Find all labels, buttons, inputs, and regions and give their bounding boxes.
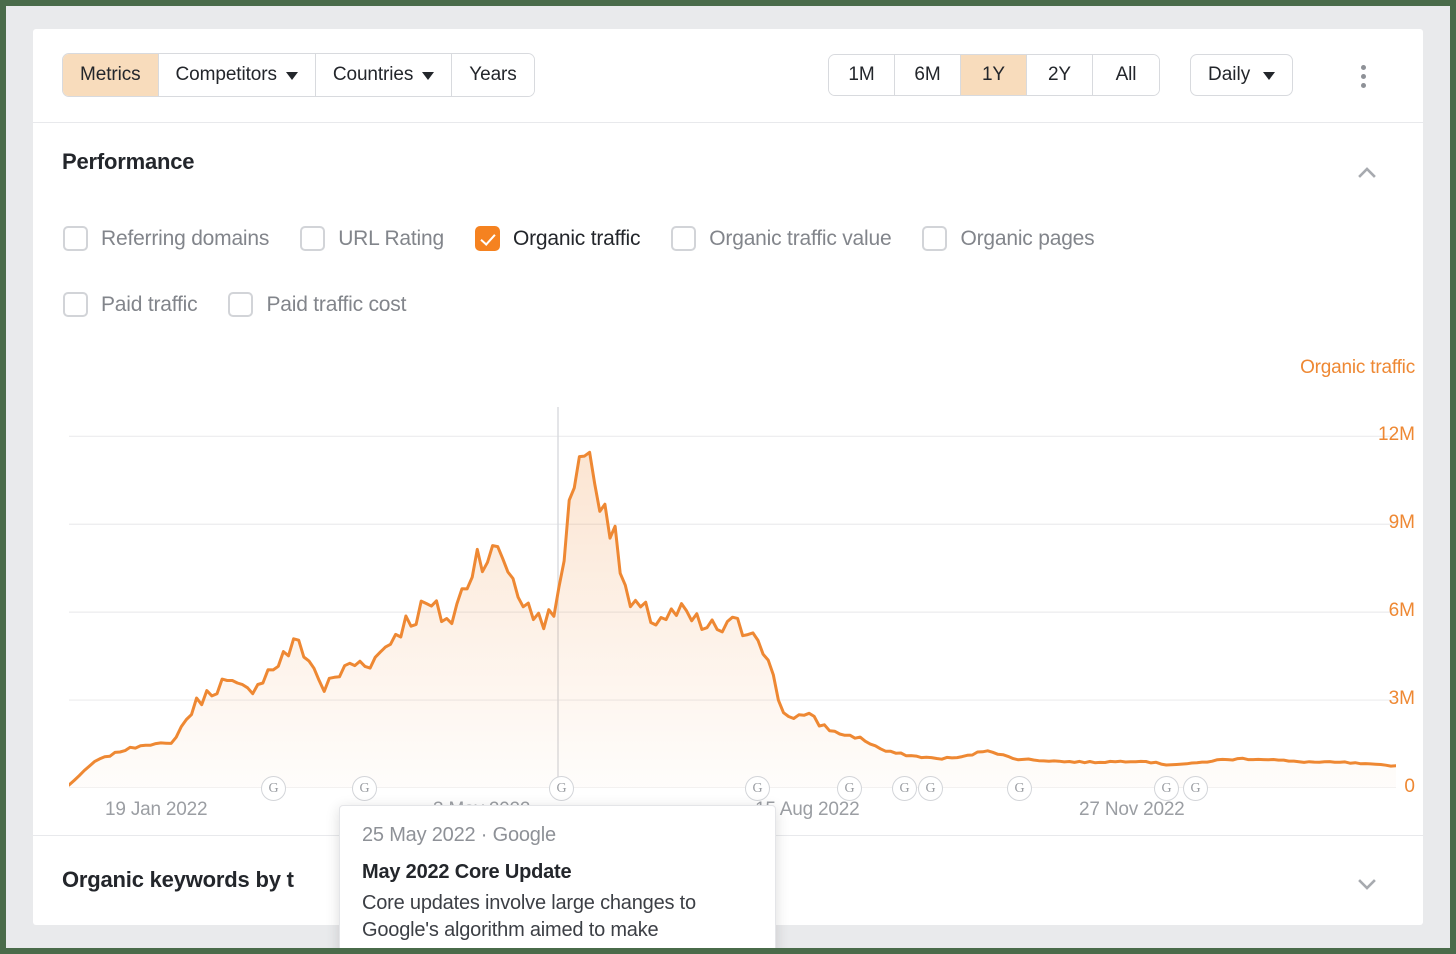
checkbox-label: Paid traffic cost (266, 293, 406, 317)
checkbox-paid-traffic-cost[interactable]: Paid traffic cost (228, 292, 406, 317)
range-6m-label: 6M (914, 64, 940, 86)
checkbox-organic-traffic[interactable]: Organic traffic (475, 226, 640, 251)
tab-years-label: Years (469, 64, 516, 86)
chart-area-fill (69, 452, 1396, 788)
google-update-marker[interactable]: G (549, 776, 574, 801)
range-1m-label: 1M (848, 64, 874, 86)
tab-countries[interactable]: Countries (316, 54, 452, 96)
checkbox-organic-pages[interactable]: Organic pages (922, 226, 1094, 251)
chevron-down-icon (1263, 72, 1275, 80)
chevron-up-icon[interactable] (1350, 156, 1384, 190)
google-update-marker[interactable]: G (1154, 776, 1179, 801)
tooltip-body: Core updates involve large changes to Go… (362, 890, 753, 944)
tooltip-title: May 2022 Core Update (362, 861, 753, 884)
granularity-dropdown[interactable]: Daily (1190, 54, 1293, 96)
y-tick-label: 9M (1389, 512, 1415, 534)
checkbox-box[interactable] (228, 292, 253, 317)
metrics-checkbox-row-1: Referring domains URL Rating Organic tra… (63, 226, 1125, 251)
chart-svg (69, 407, 1396, 788)
checkbox-url-rating[interactable]: URL Rating (300, 226, 444, 251)
checkbox-paid-traffic[interactable]: Paid traffic (63, 292, 197, 317)
chart-toolbar: Metrics Competitors Countries Years 1M (33, 29, 1423, 123)
y-tick-label: 6M (1389, 600, 1415, 622)
checkbox-box-checked[interactable] (475, 226, 500, 251)
tab-countries-label: Countries (333, 64, 413, 86)
google-update-marker[interactable]: G (1183, 776, 1208, 801)
range-all-label: All (1116, 64, 1137, 86)
checkbox-organic-traffic-value[interactable]: Organic traffic value (671, 226, 891, 251)
section-title: Organic keywords by t (62, 867, 294, 893)
tab-competitors[interactable]: Competitors (159, 54, 316, 96)
y-tick-label: 12M (1378, 424, 1415, 446)
app-viewport: Metrics Competitors Countries Years 1M (6, 6, 1450, 948)
x-tick-label: 27 Nov 2022 (1079, 799, 1185, 821)
google-update-marker[interactable]: G (837, 776, 862, 801)
metrics-checkbox-row-2: Paid traffic Paid traffic cost (63, 292, 437, 317)
range-1y-label: 1Y (982, 64, 1005, 86)
tab-competitors-label: Competitors (176, 64, 277, 86)
checkbox-label: URL Rating (338, 227, 444, 251)
google-update-marker[interactable]: G (1007, 776, 1032, 801)
google-update-marker[interactable]: G (918, 776, 943, 801)
tab-metrics-label: Metrics (80, 64, 141, 86)
checkbox-box[interactable] (63, 292, 88, 317)
google-update-marker[interactable]: G (892, 776, 917, 801)
chevron-down-icon (422, 72, 434, 80)
chevron-down-icon[interactable] (1350, 867, 1384, 901)
range-2y[interactable]: 2Y (1027, 55, 1093, 95)
date-range-selector: 1M 6M 1Y 2Y All (828, 54, 1160, 96)
google-update-marker[interactable]: G (352, 776, 377, 801)
checkbox-referring-domains[interactable]: Referring domains (63, 226, 269, 251)
checkbox-box[interactable] (300, 226, 325, 251)
y-tick-label: 0 (1404, 776, 1415, 798)
google-update-marker[interactable]: G (745, 776, 770, 801)
tab-metrics[interactable]: Metrics (63, 54, 159, 96)
checkbox-label: Organic traffic value (709, 227, 891, 251)
checkbox-box[interactable] (671, 226, 696, 251)
chart-legend: Organic traffic (1300, 357, 1415, 379)
range-6m[interactable]: 6M (895, 55, 961, 95)
google-update-marker[interactable]: G (261, 776, 286, 801)
checkbox-label: Organic pages (960, 227, 1094, 251)
checkbox-box[interactable] (63, 226, 88, 251)
granularity-value: Daily (1208, 64, 1250, 86)
checkbox-label: Paid traffic (101, 293, 197, 317)
kebab-menu-icon[interactable] (1349, 61, 1377, 91)
checkbox-label: Organic traffic (513, 227, 640, 251)
tooltip-meta: 25 May 2022 · Google (362, 824, 753, 847)
checkbox-box[interactable] (922, 226, 947, 251)
range-1m[interactable]: 1M (829, 55, 895, 95)
chevron-down-icon (286, 72, 298, 80)
checkbox-label: Referring domains (101, 227, 269, 251)
tab-years[interactable]: Years (452, 54, 533, 96)
chart-plot-area[interactable] (69, 407, 1396, 788)
y-tick-label: 3M (1389, 688, 1415, 710)
organic-traffic-chart: Organic traffic 03M6M9M12M GGGGG (33, 344, 1423, 849)
range-2y-label: 2Y (1048, 64, 1071, 86)
performance-card: Metrics Competitors Countries Years 1M (33, 29, 1423, 925)
x-tick-label: 19 Jan 2022 (105, 799, 207, 821)
view-tabs: Metrics Competitors Countries Years (62, 53, 535, 97)
range-all[interactable]: All (1093, 55, 1159, 95)
page-title: Performance (62, 149, 194, 175)
event-tooltip: 25 May 2022 · Google May 2022 Core Updat… (339, 805, 776, 948)
range-1y[interactable]: 1Y (961, 55, 1027, 95)
